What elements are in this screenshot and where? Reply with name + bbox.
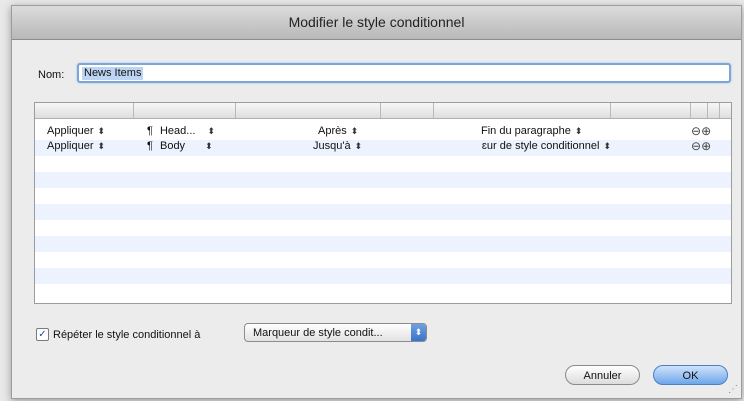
name-input[interactable]: News Items xyxy=(77,63,731,83)
modify-conditional-style-dialog: Modifier le style conditionnel Nom: News… xyxy=(11,5,742,399)
window-title: Modifier le style conditionnel xyxy=(288,14,465,30)
row-buttons: ⊖⊕ xyxy=(691,125,711,138)
remove-row-icon[interactable]: ⊖ xyxy=(691,124,701,138)
range-popup[interactable]: Après ⬍ xyxy=(318,125,358,138)
cancel-button[interactable]: Annuler xyxy=(565,365,640,385)
name-label: Nom: xyxy=(38,69,65,81)
conditions-table: Appliquer ⬍ ¶ Head... ⬍ Après ⬍ Fin du para… xyxy=(34,102,732,304)
table-header xyxy=(35,103,731,119)
checkmark-icon: ✓ xyxy=(38,329,47,340)
add-row-icon[interactable]: ⊕ xyxy=(701,139,711,153)
row-buttons: ⊖⊕ xyxy=(691,140,711,153)
action-popup[interactable]: Appliquer ⬍ xyxy=(47,140,105,153)
name-input-value: News Items xyxy=(82,67,144,80)
repeat-marker-popup[interactable]: Marqueur de style condit... ⬍ xyxy=(244,323,427,342)
pilcrow-icon: ¶ xyxy=(147,140,153,152)
pilcrow-icon: ¶ xyxy=(147,125,153,137)
popup-value: Marqueur de style condit... xyxy=(253,327,383,339)
end-popup[interactable]: ɛur de style conditionnel ⬍ xyxy=(445,140,611,153)
add-row-icon[interactable]: ⊕ xyxy=(701,124,711,138)
popup-arrows-icon: ⬍ xyxy=(411,324,426,341)
style-popup[interactable]: ¶ Body ⬍ xyxy=(147,140,213,153)
range-popup[interactable]: Jusqu'à ⬍ xyxy=(313,140,362,153)
repeat-label: Répéter le style conditionnel à xyxy=(53,329,201,341)
table-row[interactable]: Appliquer ⬍ ¶ Head... ⬍ Après ⬍ Fin du para… xyxy=(35,125,731,138)
resize-grip-icon[interactable]: ⋰ xyxy=(728,384,738,395)
title-bar[interactable]: Modifier le style conditionnel xyxy=(12,6,741,40)
repeat-checkbox[interactable]: ✓ xyxy=(36,328,49,341)
ok-button[interactable]: OK xyxy=(653,365,728,385)
table-row[interactable]: Appliquer ⬍ ¶ Body ⬍ Jusqu'à ⬍ ɛur de style… xyxy=(35,140,731,153)
remove-row-icon[interactable]: ⊖ xyxy=(691,139,701,153)
style-popup[interactable]: ¶ Head... ⬍ xyxy=(147,125,215,138)
end-popup[interactable]: Fin du paragraphe ⬍ xyxy=(481,125,582,138)
action-popup[interactable]: Appliquer ⬍ xyxy=(47,125,105,138)
